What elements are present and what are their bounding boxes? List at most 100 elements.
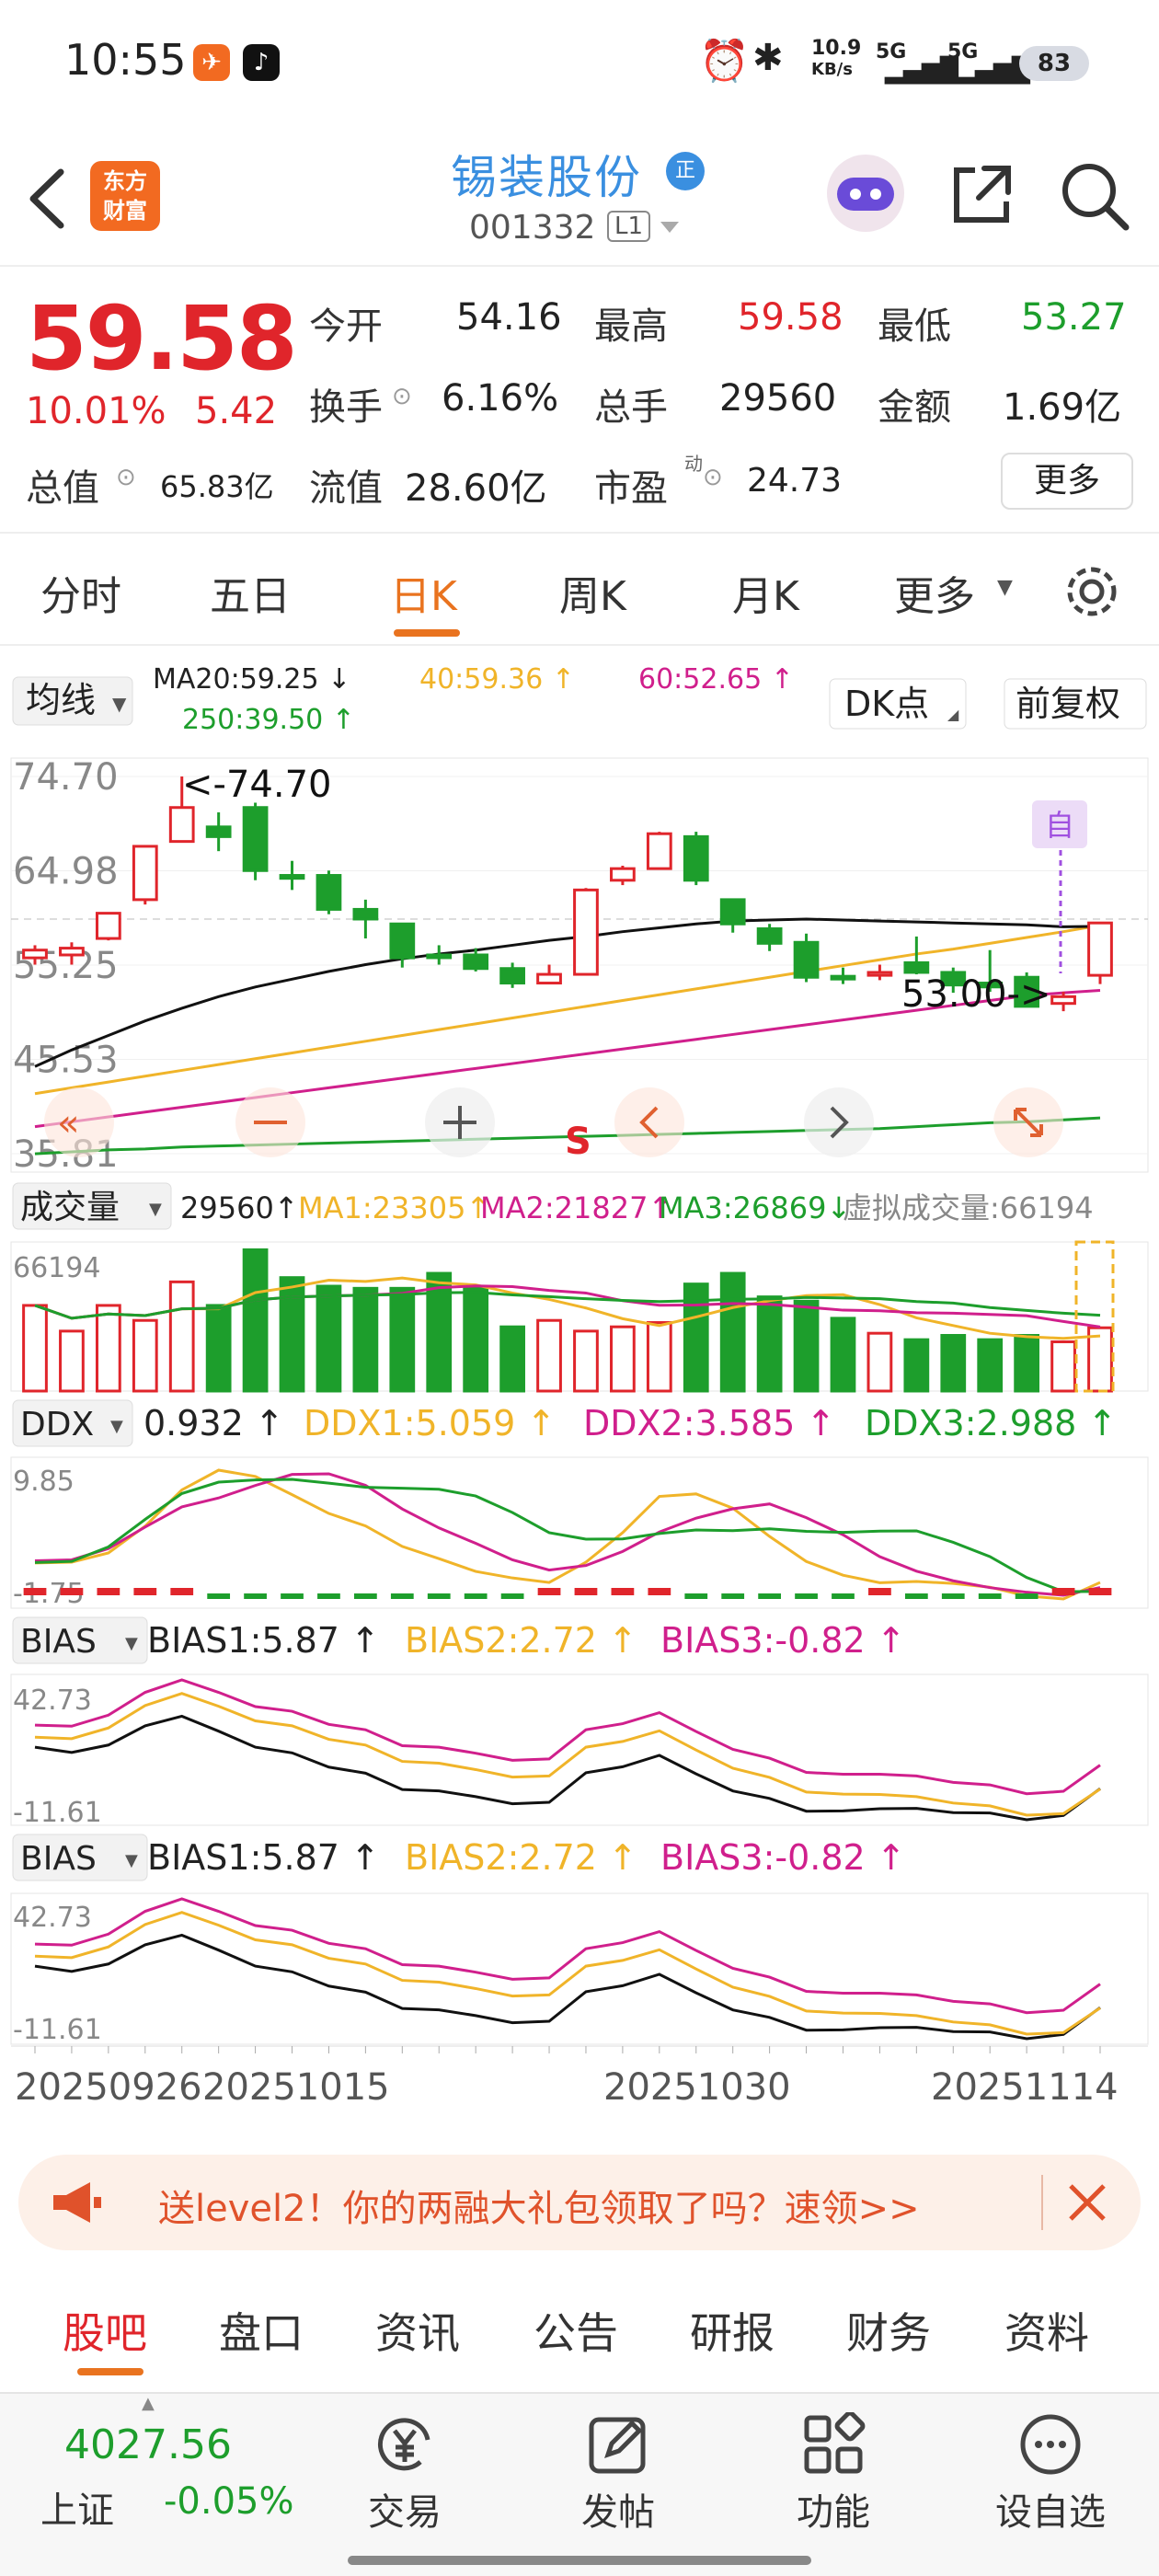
- nav-trade[interactable]: 交易: [322, 2412, 488, 2536]
- candle-body[interactable]: [426, 953, 453, 960]
- candle-body[interactable]: [830, 974, 856, 981]
- tab-financials[interactable]: 财务: [846, 2300, 931, 2361]
- tab-more[interactable]: 更多: [894, 563, 975, 622]
- info-icon[interactable]: ⊙: [392, 383, 412, 410]
- bias-selector-label-2[interactable]: BIAS: [20, 1840, 97, 1878]
- index-ticker[interactable]: ▲ 4027.56 上证 -0.05%: [22, 2394, 316, 2550]
- kline-svg[interactable]: 均线 ▼ MA20:59.25 ↓ 40:59.36 ↑ 60:52.65 ↑ …: [0, 646, 1159, 2127]
- ma-selector-label[interactable]: 均线: [26, 680, 96, 720]
- tab-weekly-k[interactable]: 周K: [559, 563, 626, 622]
- adjust-label[interactable]: 前复权: [1016, 684, 1120, 724]
- candle-body[interactable]: [1087, 921, 1113, 977]
- ddx-bar: [97, 1588, 120, 1595]
- candle-body[interactable]: [646, 832, 672, 870]
- nav-add-watch[interactable]: 设自选: [968, 2412, 1133, 2536]
- candle-body[interactable]: [499, 967, 525, 985]
- robot-assistant-icon[interactable]: [824, 152, 907, 235]
- grid-apps-icon: [804, 2412, 866, 2474]
- bias1-value: BIAS1:5.87 ↑: [147, 1620, 380, 1661]
- promo-banner[interactable]: 送level2！你的两融大礼包领取了吗？速领>>: [18, 2155, 1141, 2250]
- vol-ma2-line: [34, 1284, 1101, 1328]
- banner-text[interactable]: 送level2！你的两融大礼包领取了吗？速领>>: [158, 2179, 920, 2232]
- candle-body[interactable]: [793, 940, 820, 979]
- share-icon[interactable]: [947, 159, 1017, 229]
- tab-intraday[interactable]: 分时: [40, 563, 121, 622]
- eastmoney-logo[interactable]: 东方 财富: [90, 161, 160, 231]
- candle-body[interactable]: [573, 888, 599, 976]
- candle-body[interactable]: [242, 806, 269, 872]
- scroll-left-button[interactable]: [614, 1087, 684, 1157]
- self-marker[interactable]: 自: [1045, 808, 1074, 843]
- scroll-right-button[interactable]: [804, 1087, 874, 1157]
- tab-forum[interactable]: 股吧: [63, 2300, 147, 2361]
- candle-body[interactable]: [205, 825, 232, 838]
- caret-down-icon[interactable]: ▼: [125, 1634, 138, 1653]
- tab-five-day[interactable]: 五日: [210, 563, 291, 622]
- stock-name[interactable]: 锡装股份: [451, 141, 642, 207]
- tab-order-book[interactable]: 盘口: [219, 2300, 304, 2361]
- chevron-down-icon[interactable]: [659, 220, 681, 235]
- volume-label: 总手: [594, 386, 668, 429]
- search-icon[interactable]: [1058, 159, 1131, 233]
- caret-down-icon[interactable]: ▼: [112, 693, 127, 715]
- candle-body[interactable]: [132, 845, 158, 902]
- caret-down-icon[interactable]: ▼: [997, 576, 1013, 599]
- date-label-4: 20251114: [931, 2066, 1119, 2109]
- caret-down-icon[interactable]: ▼: [125, 1851, 138, 1870]
- ddx-bar: [354, 1593, 377, 1599]
- tab-profile[interactable]: 资料: [1004, 2300, 1089, 2361]
- candle-body[interactable]: [95, 912, 121, 940]
- ddx-bar: [281, 1593, 304, 1599]
- candle-body[interactable]: [756, 927, 783, 945]
- bias-frame: [10, 1673, 1149, 1826]
- candle-body[interactable]: [279, 874, 305, 880]
- candle-body[interactable]: [463, 953, 489, 971]
- ddx-selector-label[interactable]: DDX: [20, 1406, 94, 1443]
- volume-bar: [830, 1317, 856, 1393]
- candle-body[interactable]: [903, 960, 930, 974]
- nav-functions[interactable]: 功能: [751, 2412, 916, 2536]
- candle-body[interactable]: [59, 947, 85, 957]
- info-icon[interactable]: ⊙: [116, 464, 136, 491]
- more-button[interactable]: 更多: [1001, 453, 1133, 510]
- edit-icon: [589, 2417, 646, 2474]
- settings-gear-icon[interactable]: [1061, 561, 1122, 622]
- bias2-value: BIAS2:2.72 ↑: [405, 1620, 637, 1661]
- candle-body[interactable]: [683, 834, 709, 882]
- candle-body[interactable]: [352, 907, 379, 921]
- candle-body[interactable]: [610, 867, 636, 882]
- volume-bar: [1050, 1340, 1076, 1393]
- volume-selector-label[interactable]: 成交量: [20, 1189, 120, 1226]
- tab-daily-k[interactable]: 日K: [390, 563, 457, 622]
- caret-down-icon[interactable]: ▼: [110, 1417, 123, 1436]
- candle-body[interactable]: [1050, 995, 1076, 1006]
- pe-label: 市盈: [594, 467, 668, 510]
- candle-body[interactable]: [866, 971, 893, 977]
- info-icon[interactable]: ⊙: [703, 464, 723, 491]
- candle-body[interactable]: [316, 874, 342, 911]
- tab-news[interactable]: 资讯: [375, 2300, 460, 2361]
- candle-body[interactable]: [389, 922, 416, 960]
- nav-post[interactable]: 发帖: [535, 2412, 701, 2536]
- candle-body[interactable]: [168, 806, 195, 844]
- tab-monthly-k[interactable]: 月K: [732, 563, 799, 622]
- level-badge[interactable]: L1: [607, 211, 651, 242]
- candle-body[interactable]: [719, 898, 746, 926]
- dk-label[interactable]: DK点: [844, 684, 929, 724]
- tab-research[interactable]: 研报: [690, 2300, 775, 2361]
- candle-body[interactable]: [22, 949, 48, 960]
- bias-selector-label[interactable]: BIAS: [20, 1623, 97, 1661]
- ddx-bar: [611, 1588, 635, 1595]
- tab-announcements[interactable]: 公告: [534, 2300, 618, 2361]
- volume-bar: [316, 1284, 342, 1393]
- back-arrow-icon[interactable]: [24, 167, 70, 231]
- kline-chart-area[interactable]: 均线 ▼ MA20:59.25 ↓ 40:59.36 ↑ 60:52.65 ↑ …: [0, 646, 1159, 2127]
- banner-divider: [1041, 2175, 1043, 2230]
- ddx-bar: [500, 1593, 524, 1599]
- bias-legend-2: BIAS ▼ BIAS1:5.87 ↑ BIAS2:2.72 ↑ BIAS3:-…: [12, 1834, 906, 1881]
- low-label: 最低: [878, 305, 951, 348]
- close-icon[interactable]: [1067, 2182, 1107, 2223]
- caret-down-icon[interactable]: ▼: [149, 1200, 162, 1219]
- double-chevron-left-icon[interactable]: «: [57, 1102, 79, 1144]
- candle-body[interactable]: [536, 972, 562, 985]
